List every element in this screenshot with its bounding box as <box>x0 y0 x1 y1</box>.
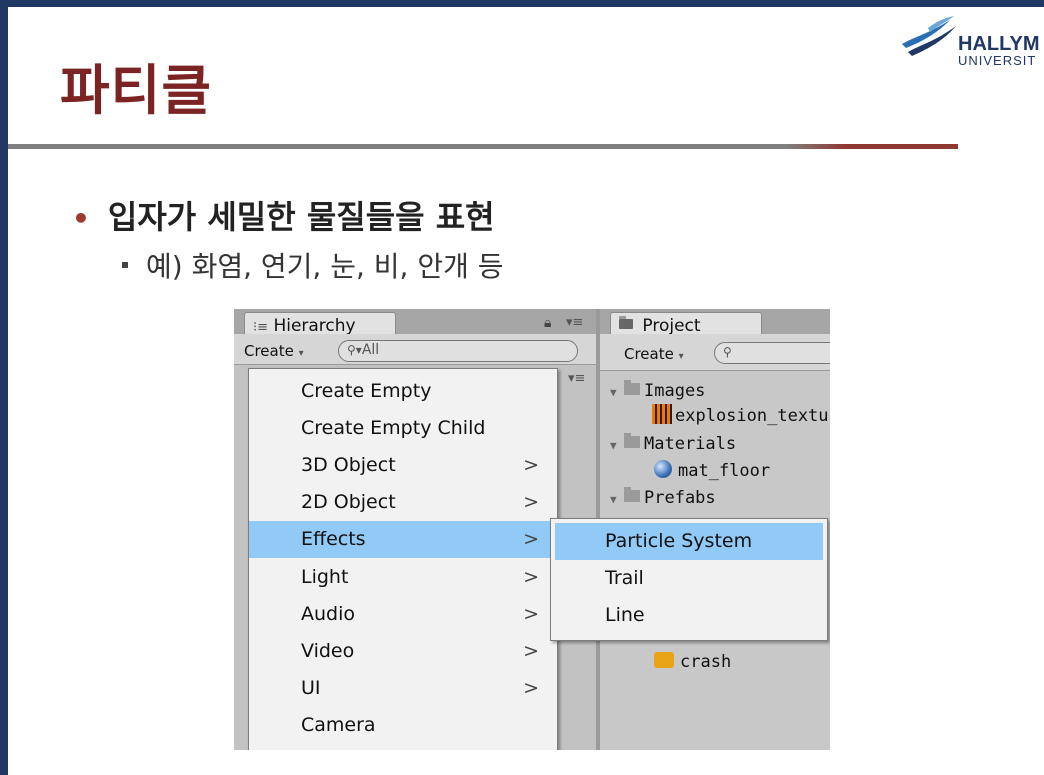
tree-crash-label: crash <box>680 652 732 672</box>
bullet-square-icon <box>122 262 128 268</box>
title-divider <box>8 144 958 149</box>
folder-icon <box>624 433 640 448</box>
tree-prefabs-label: Prefabs <box>644 488 716 508</box>
folder-icon <box>624 487 640 502</box>
tree-materials[interactable]: ▼ Materials <box>610 433 737 454</box>
lock-icon[interactable]: 🔒︎ <box>544 315 551 331</box>
hierarchy-list-icon: ⁝≡ <box>253 320 269 335</box>
menu-item-label: UI <box>301 677 321 699</box>
bullet-main: • 입자가 세밀한 물질들을 표현 <box>72 192 495 238</box>
tree-crash[interactable]: crash <box>654 652 731 672</box>
menu-item-ui[interactable]: UI > <box>249 670 557 707</box>
tree-mat-floor[interactable]: mat_floor <box>654 460 771 481</box>
effects-submenu: Particle System Trail Line <box>550 518 828 641</box>
chevron-right-icon: > <box>523 528 539 550</box>
scene-menu-icon[interactable]: ▾≡ <box>568 371 585 386</box>
chevron-right-icon: > <box>523 640 539 662</box>
tree-materials-label: Materials <box>644 434 737 454</box>
menu-item-label: 3D Object <box>301 454 396 476</box>
search-icon: ⚲▾ <box>347 343 362 357</box>
menu-item-light[interactable]: Light > <box>249 559 557 596</box>
hierarchy-search-input[interactable]: ⚲▾All <box>338 340 578 362</box>
menu-item-create-empty-child[interactable]: Create Empty Child <box>249 410 557 447</box>
project-create-button[interactable]: Create ▾ <box>624 345 684 363</box>
chevron-right-icon: > <box>523 677 539 699</box>
tree-explosion-texture[interactable]: explosion_textu <box>652 404 829 426</box>
menu-item-line[interactable]: Line <box>551 597 827 634</box>
folder-icon <box>619 316 633 329</box>
menu-item-2d-object[interactable]: 2D Object > <box>249 484 557 521</box>
project-search-input[interactable]: ⚲ <box>714 342 830 364</box>
menu-item-video[interactable]: Video > <box>249 633 557 670</box>
chevron-right-icon: > <box>523 603 539 625</box>
menu-item-label: Trail <box>605 567 644 589</box>
menu-item-label: 2D Object <box>301 491 396 513</box>
tab-project[interactable]: Project <box>610 312 762 336</box>
tree-prefabs[interactable]: ▼ Prefabs <box>610 487 716 508</box>
menu-item-camera[interactable]: Camera <box>249 707 557 744</box>
slide-top-border <box>0 0 1044 7</box>
chevron-right-icon: > <box>523 566 539 588</box>
material-sphere-icon <box>654 460 672 478</box>
menu-item-3d-object[interactable]: 3D Object > <box>249 447 557 484</box>
hierarchy-create-label: Create <box>244 342 294 360</box>
menu-item-label: Light <box>301 566 349 588</box>
menu-item-label: Camera <box>301 714 376 736</box>
bullet-dot-icon: • <box>72 202 90 235</box>
menu-item-create-empty[interactable]: Create Empty <box>249 373 557 410</box>
menu-item-effects[interactable]: Effects > <box>249 521 557 558</box>
menu-item-label: Line <box>605 604 645 626</box>
chevron-down-icon: ▾ <box>678 351 684 362</box>
bullet-main-text: 입자가 세밀한 물질들을 표현 <box>107 198 495 236</box>
menu-item-label: Video <box>301 640 355 662</box>
logo-subtext: UNIVERSIT <box>958 53 1037 68</box>
menu-item-label: Create Empty <box>301 380 432 402</box>
tab-project-label: Project <box>642 316 701 336</box>
audio-clip-icon <box>654 652 674 668</box>
tree-mat-floor-label: mat_floor <box>678 461 771 481</box>
project-create-label: Create <box>624 345 674 363</box>
chevron-right-icon: > <box>523 491 539 513</box>
chevron-down-icon: ▾ <box>298 348 304 359</box>
panel-menu-icon[interactable]: ▾≡ <box>566 315 583 330</box>
bullet-sub-text: 예) 화염, 연기, 눈, 비, 안개 등 <box>146 250 504 283</box>
bullet-sub: 예) 화염, 연기, 눈, 비, 안개 등 <box>122 245 504 285</box>
slide-left-border <box>0 0 8 775</box>
search-icon: ⚲ <box>723 345 732 359</box>
tree-images-label: Images <box>644 381 706 401</box>
menu-item-particle-system[interactable]: Particle System <box>555 523 823 560</box>
tree-explosion-label: explosion_textu <box>675 406 829 426</box>
menu-item-label: Particle System <box>605 530 753 552</box>
hierarchy-search-placeholder: All <box>361 342 380 358</box>
folder-icon <box>624 380 640 395</box>
tab-hierarchy-label: Hierarchy <box>273 316 356 336</box>
slide-title: 파티클 <box>60 59 213 122</box>
menu-item-label: Effects <box>301 528 366 550</box>
menu-item-trail[interactable]: Trail <box>551 560 827 597</box>
chevron-right-icon: > <box>523 454 539 476</box>
create-menu: Create Empty Create Empty Child 3D Objec… <box>248 368 558 750</box>
unity-editor-screenshot: ⁝≡ Hierarchy 🔒︎ ▾≡ Create ▾ ⚲▾All ▾≡ Pro… <box>234 309 830 750</box>
hierarchy-create-button[interactable]: Create ▾ <box>244 342 304 360</box>
menu-item-label: Audio <box>301 603 356 625</box>
texture-icon <box>652 404 672 424</box>
menu-item-label: Create Empty Child <box>301 417 486 439</box>
tree-images[interactable]: ▼ Images <box>610 380 706 401</box>
logo-mark-icon <box>902 16 956 56</box>
tab-hierarchy[interactable]: ⁝≡ Hierarchy <box>244 312 396 336</box>
menu-item-audio[interactable]: Audio > <box>249 596 557 633</box>
